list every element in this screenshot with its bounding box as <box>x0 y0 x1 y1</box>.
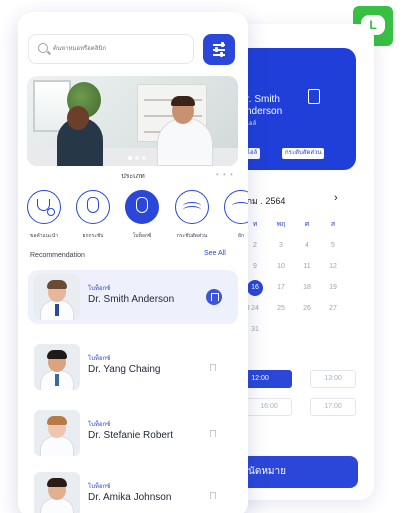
calendar-day[interactable]: 5 <box>320 242 346 249</box>
face-icon <box>136 197 148 213</box>
category-consult[interactable]: ขอคำแนะนำ <box>24 190 64 240</box>
category-label: ยกกระชับ <box>82 233 104 239</box>
calendar-day[interactable]: 25 <box>268 305 294 312</box>
doctor-specialty: โบท็อกซ์ <box>88 484 111 490</box>
search-icon <box>38 43 48 53</box>
bookmark-icon[interactable] <box>210 492 216 499</box>
bookmark-icon[interactable] <box>210 430 216 437</box>
category-label: ขอคำแนะนำ <box>29 233 59 239</box>
face-icon <box>87 197 99 213</box>
weekday-label: ส <box>330 221 336 228</box>
filter-icon-knob <box>220 52 223 57</box>
avatar <box>34 274 80 320</box>
tag-body-contour: กระดับสัดส่วน <box>282 148 325 159</box>
calendar-day[interactable]: 18 <box>294 284 320 291</box>
doctor-name-line1: r. Smith <box>246 94 280 105</box>
weekday-label: พฤ <box>276 221 286 228</box>
time-slot[interactable]: 13:00 <box>310 370 356 388</box>
search-input[interactable] <box>53 41 183 57</box>
category-label: ยัก <box>238 233 244 239</box>
avatar <box>34 472 80 513</box>
doctor-card[interactable]: โบท็อกซ์ Dr. Stefanie Robert <box>28 406 238 460</box>
wave-icon <box>232 202 248 210</box>
bookmark-icon[interactable] <box>206 289 222 305</box>
calendar-day[interactable]: 11 <box>294 263 320 270</box>
wave-icon-line <box>183 206 201 214</box>
see-all-link[interactable]: See All <box>204 250 226 257</box>
calendar-day[interactable]: 17 <box>268 284 294 291</box>
calendar-grid: ท พฤ ศ ส 2 3 4 5 9 10 11 12 16 17 18 19 … <box>242 214 360 340</box>
weekday-label: ศ <box>304 221 310 228</box>
doctor-name: Dr. Yang Chaing <box>88 364 161 375</box>
search-box[interactable] <box>28 34 194 64</box>
category-body-contour[interactable]: กระชับสัดส่วน <box>172 190 212 240</box>
category-label: โบท็อกซ์ <box>132 233 152 239</box>
calendar-month: ภม . 2564 <box>246 196 286 206</box>
filter-icon-knob <box>221 42 224 47</box>
chevron-right-icon[interactable]: › <box>334 192 338 204</box>
category-label: กระชับสัดส่วน <box>176 233 208 239</box>
doctor-card[interactable]: โบท็อกซ์ Dr. Smith Anderson <box>28 270 238 324</box>
doctor-card[interactable]: โบท็อกซ์ Dr. Amika Johnson <box>28 468 238 513</box>
filter-icon-knob <box>215 47 218 52</box>
booking-screen: r. Smith nderson ไอล์ ไอล์ กระดับสัดส่วน… <box>228 24 374 500</box>
calendar-day[interactable]: 26 <box>294 305 320 312</box>
avatar <box>34 410 80 456</box>
doctor-specialty: โบท็อกซ์ <box>88 422 111 428</box>
time-slot[interactable]: 17:00 <box>310 398 356 416</box>
doctor-card[interactable]: โบท็อกซ์ Dr. Yang Chaing <box>28 340 238 394</box>
home-screen: ประเภท • • • ขอคำแนะนำ ยกกระชับ โบท็อกซ์… <box>18 12 248 513</box>
category-title: ประเภท <box>121 173 145 180</box>
category-botox[interactable]: โบท็อกซ์ <box>122 190 162 240</box>
bookmark-icon[interactable] <box>308 89 320 104</box>
calendar-day[interactable]: 10 <box>268 263 294 270</box>
time-slot[interactable]: 16:00 <box>246 398 292 416</box>
calendar-day[interactable]: 3 <box>268 242 294 249</box>
carousel-dots[interactable] <box>128 156 146 160</box>
doctor-name: Dr. Stefanie Robert <box>88 430 174 441</box>
calendar-day[interactable]: 27 <box>320 305 346 312</box>
stethoscope-icon <box>37 199 55 216</box>
filter-icon-line <box>213 54 225 56</box>
recommendation-heading: Recommendation <box>30 252 85 259</box>
doctor-specialty: โบท็อกซ์ <box>88 286 111 292</box>
screen: L r. Smith nderson ไอล์ ไอล์ กระดับสัดส่… <box>0 0 402 513</box>
calendar-day[interactable]: 19 <box>320 284 346 291</box>
doctor-name: Dr. Amika Johnson <box>88 492 172 503</box>
category-lifting[interactable]: ยกกระชับ <box>73 190 113 240</box>
doctor-name: Dr. Smith Anderson <box>88 294 175 305</box>
banner-doctor-hair <box>171 96 195 106</box>
doctor-name-line2: nderson <box>246 106 283 117</box>
filter-button[interactable] <box>203 34 235 65</box>
more-icon[interactable]: • • • <box>216 170 234 179</box>
calendar-day[interactable]: 12 <box>320 263 346 270</box>
selected-day-label: 16 <box>247 279 263 296</box>
banner-doctor <box>157 118 213 166</box>
calendar-day[interactable]: 4 <box>294 242 320 249</box>
promo-banner[interactable] <box>27 76 238 166</box>
avatar <box>34 344 80 390</box>
category-more[interactable]: ยัก <box>221 190 248 240</box>
doctor-specialty: โบท็อกซ์ <box>88 356 111 362</box>
banner-patient-head <box>67 106 89 130</box>
bookmark-icon[interactable] <box>210 364 216 371</box>
